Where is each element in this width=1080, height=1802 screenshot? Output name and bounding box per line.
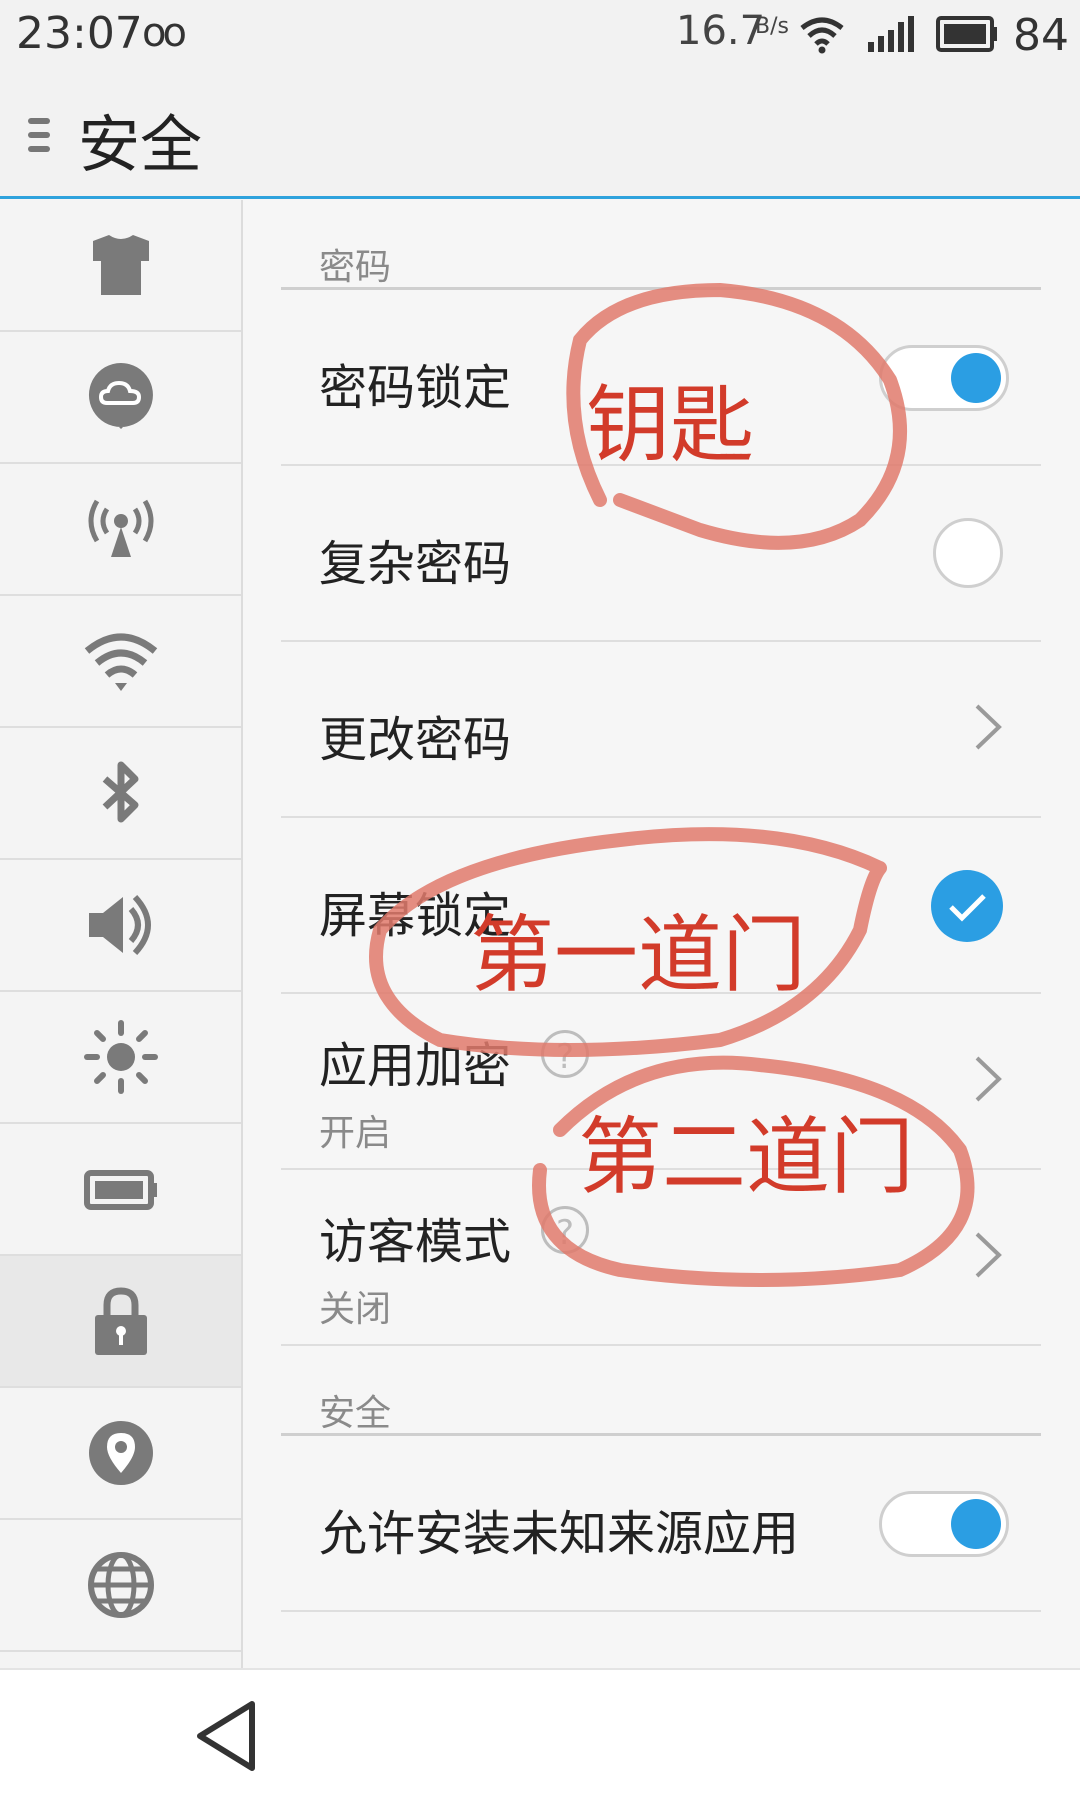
row-label: 更改密码 (319, 712, 512, 768)
help-icon[interactable]: ? (541, 1206, 589, 1254)
row-label: 复杂密码 (319, 536, 512, 592)
row-complex-password[interactable]: 复杂密码 (281, 466, 1041, 642)
complex-password-radio[interactable] (933, 518, 1003, 588)
sidebar-item-language[interactable] (0, 1520, 241, 1652)
bluetooth-icon (102, 761, 138, 823)
sidebar-item-sound[interactable] (0, 860, 241, 992)
row-sublabel: 开启 (319, 1113, 392, 1154)
globe-icon (87, 1552, 154, 1618)
section-header-password: 密码 (281, 200, 1041, 290)
sidebar-item-personalize[interactable] (0, 200, 241, 332)
help-icon[interactable]: ? (541, 1030, 589, 1078)
annotation-second-door: 第二道门 (578, 1108, 915, 1206)
status-time: 23:07 (16, 8, 143, 59)
shirt-icon (92, 235, 149, 295)
sidebar-item-battery[interactable] (0, 1124, 241, 1256)
cloud-icon (88, 363, 153, 429)
cell-signal-icon (868, 16, 914, 52)
screen-lock-checkbox[interactable] (931, 870, 1003, 942)
app-header: 安全 (0, 76, 1080, 199)
hotspot-icon (88, 499, 153, 557)
annotation-first-door: 第一道门 (470, 906, 807, 1004)
network-speed-unit: B/s (755, 14, 789, 39)
section-title: 密码 (319, 247, 392, 288)
unknown-sources-toggle[interactable] (879, 1491, 1009, 1557)
chevron-right-icon (975, 1056, 1002, 1102)
row-sublabel: 关闭 (319, 1289, 392, 1330)
row-unknown-sources[interactable]: 允许安装未知来源应用 (281, 1436, 1041, 1612)
sidebar-item-hotspot[interactable] (0, 464, 241, 596)
row-label: 访客模式 (319, 1214, 512, 1270)
sidebar-item-bluetooth[interactable] (0, 728, 241, 860)
chevron-right-icon (975, 704, 1002, 750)
speaker-icon (88, 894, 151, 956)
row-label: 密码锁定 (319, 360, 512, 416)
wifi-icon (84, 633, 157, 691)
sidebar-item-display[interactable] (0, 992, 241, 1124)
battery-status-icon (936, 16, 997, 52)
menu-icon[interactable] (28, 118, 50, 158)
wifi-signal-icon (800, 17, 844, 54)
network-speed: 16.7 (676, 8, 766, 54)
brightness-icon (83, 1020, 158, 1094)
chevron-right-icon (975, 1232, 1002, 1278)
page-title: 安全 (78, 108, 203, 181)
annotation-key: 钥匙 (586, 376, 755, 474)
sidebar-item-wifi[interactable] (0, 596, 241, 728)
password-lock-toggle[interactable] (879, 345, 1009, 411)
lock-icon (94, 1287, 147, 1355)
battery-icon (83, 1170, 157, 1210)
sidebar (0, 200, 243, 1668)
infinity-icon: oo (142, 10, 187, 56)
section-title: 安全 (319, 1393, 392, 1434)
sidebar-item-location[interactable] (0, 1388, 241, 1520)
row-change-password[interactable]: 更改密码 (281, 642, 1041, 818)
battery-level: 84 (1013, 10, 1069, 61)
checkmark-icon (949, 894, 986, 922)
row-label: 应用加密 (319, 1038, 512, 1094)
section-header-security: 安全 (281, 1346, 1041, 1436)
status-bar: 23:07 oo 16.7 B/s 84 (0, 0, 1080, 76)
sidebar-item-cloud[interactable] (0, 332, 241, 464)
row-label: 允许安装未知来源应用 (319, 1506, 800, 1562)
sidebar-item-security[interactable] (0, 1256, 241, 1388)
location-icon (88, 1421, 153, 1485)
navigation-bar (0, 1668, 1080, 1802)
back-icon[interactable] (192, 1698, 262, 1774)
